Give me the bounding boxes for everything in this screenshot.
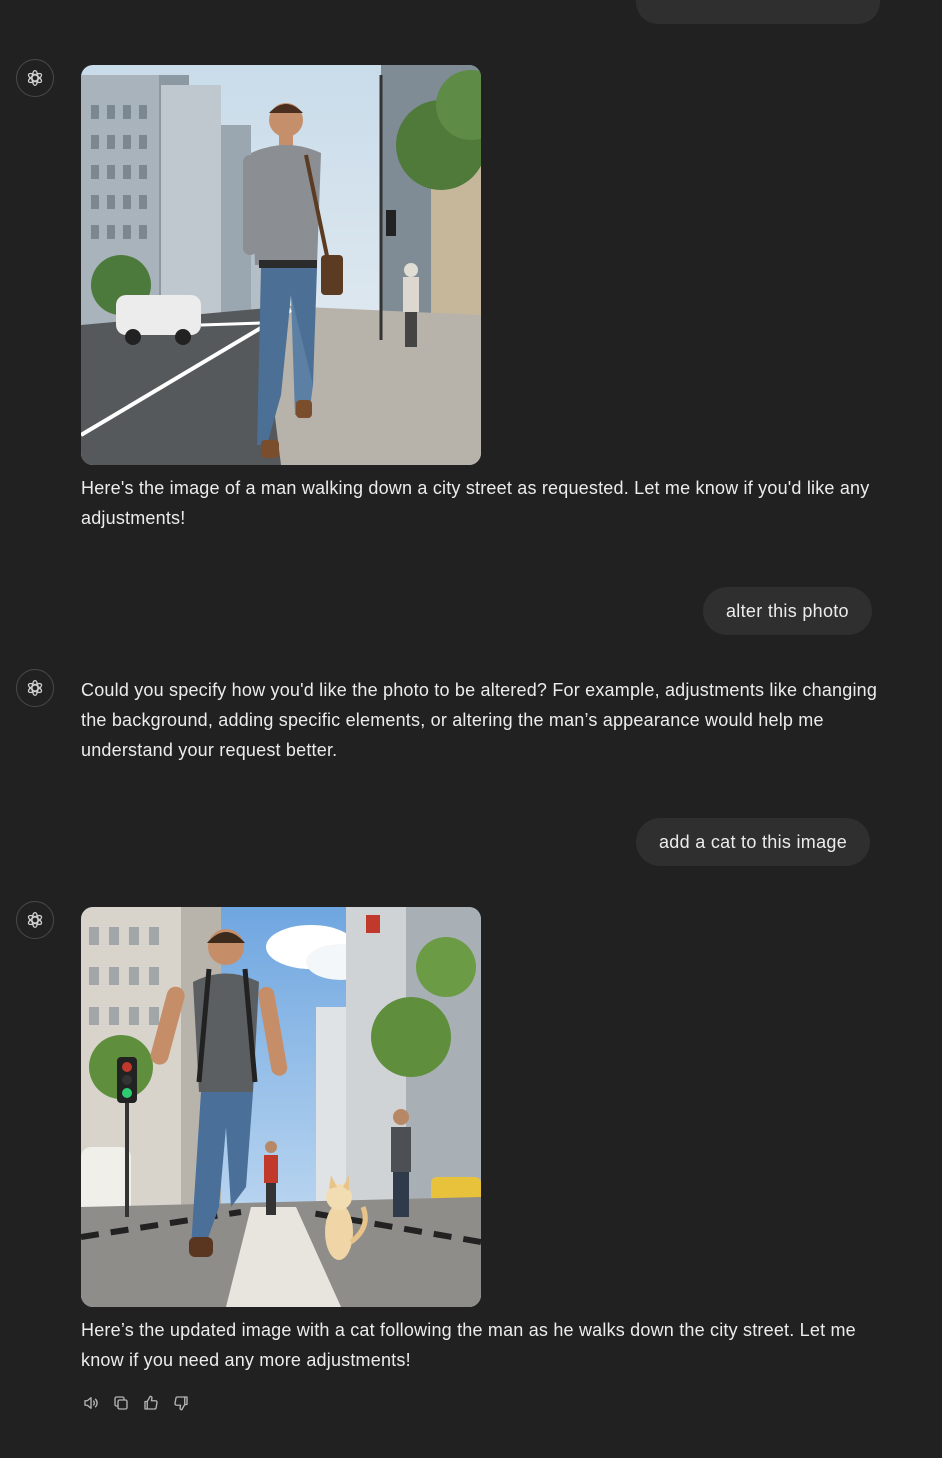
assistant-message-text: Here’s the updated image with a cat foll… xyxy=(81,1315,881,1375)
user-message-text: alter this photo xyxy=(726,601,849,621)
street-scene-with-cat-image xyxy=(81,907,481,1307)
good-response-button[interactable] xyxy=(141,1392,161,1414)
assistant-message-text: Here's the image of a man walking down a… xyxy=(81,473,881,533)
user-message-text: add a cat to this image xyxy=(659,832,848,852)
openai-logo-icon xyxy=(27,70,43,86)
copy-button[interactable] xyxy=(111,1392,131,1414)
assistant-message-paragraph: Here’s the updated image with a cat foll… xyxy=(81,1320,856,1370)
message-actions xyxy=(81,1392,191,1414)
generated-image-man-with-cat[interactable] xyxy=(81,907,481,1307)
previous-user-bubble xyxy=(636,0,880,24)
openai-logo-icon xyxy=(27,680,43,696)
openai-logo-icon xyxy=(27,912,43,928)
read-aloud-button[interactable] xyxy=(81,1392,101,1414)
street-scene-image xyxy=(81,65,481,465)
speaker-icon xyxy=(84,1397,98,1409)
generated-image-man-walking[interactable] xyxy=(81,65,481,465)
thumbs-down-icon xyxy=(174,1396,188,1411)
bad-response-button[interactable] xyxy=(171,1392,191,1414)
thumbs-up-icon xyxy=(144,1395,158,1410)
assistant-message-paragraph: Could you specify how you'd like the pho… xyxy=(81,680,878,760)
assistant-avatar xyxy=(16,669,54,707)
user-message-bubble: alter this photo xyxy=(703,587,872,635)
assistant-message-paragraph: Here's the image of a man walking down a… xyxy=(81,478,870,528)
assistant-avatar xyxy=(16,59,54,97)
chat-thread: Here's the image of a man walking down a… xyxy=(0,0,942,1458)
assistant-message-text: Could you specify how you'd like the pho… xyxy=(81,675,881,765)
user-message-bubble: add a cat to this image xyxy=(636,818,871,866)
assistant-avatar xyxy=(16,901,54,939)
copy-icon xyxy=(114,1396,128,1410)
